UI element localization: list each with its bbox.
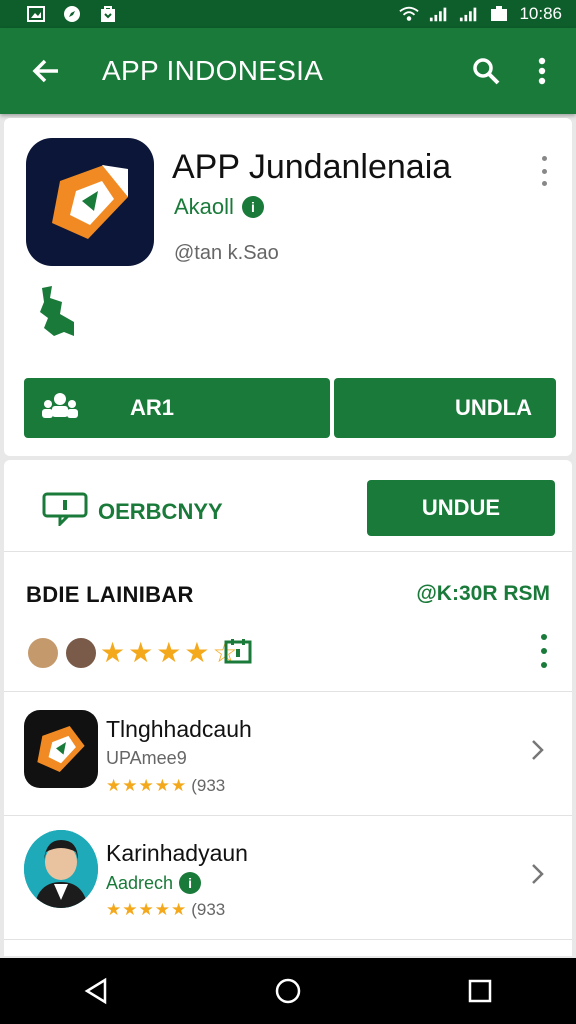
avatar — [24, 830, 98, 908]
rating-count: (933 — [191, 776, 226, 795]
list-item-rating: ★★★★★ (933 — [106, 900, 225, 920]
details-card: OERBCNYY UNDUE BDIE LAINIBAR @K:30R RSM … — [4, 460, 572, 956]
star-icon: ★ — [156, 637, 182, 668]
map-icon — [34, 284, 78, 340]
app-bar: APP INDONESIA — [0, 28, 576, 114]
status-bar: 10:86 — [0, 0, 576, 28]
signal-icon — [429, 5, 449, 23]
stars-icon: ★★★★★ — [106, 776, 188, 795]
secondary-button[interactable]: UNDLA — [334, 378, 556, 438]
action-buttons: AR1 UNDLA — [24, 378, 556, 438]
app-logo-icon — [24, 710, 98, 788]
app-subtitle: @tan k.Sao — [174, 242, 279, 264]
verified-badge-icon: i — [179, 872, 202, 894]
section-title: BDIE LAINIBAR — [26, 582, 194, 607]
app-bar-title: APP INDONESIA — [102, 55, 324, 86]
list-item-name: Tlnghhadcauh — [106, 716, 252, 742]
chevron-right-icon — [528, 860, 548, 888]
rating-stars: ★ ★ ★ ★ ☆ — [100, 636, 238, 669]
list-item-sub: UPAmee9 — [106, 748, 187, 768]
action-row: OERBCNYY UNDUE — [4, 460, 572, 552]
comment-label: OERBCNYY — [98, 499, 223, 524]
card-menu-icon[interactable] — [532, 156, 556, 186]
search-icon[interactable] — [464, 49, 508, 93]
image-icon — [26, 5, 46, 23]
list-item-rating: ★★★★★ (933 — [106, 776, 225, 796]
developer-link[interactable]: Akaoll i — [174, 194, 264, 220]
undue-button[interactable]: UNDUE — [367, 480, 555, 536]
back-arrow-icon[interactable] — [24, 49, 68, 93]
rating-section: BDIE LAINIBAR @K:30R RSM ★ ★ ★ ★ ☆ — [4, 552, 572, 692]
app-name: APP Jundanlenaia — [172, 148, 452, 186]
developer-name: Akaoll — [174, 194, 234, 219]
stars-icon: ★★★★★ — [106, 900, 188, 919]
avatar — [26, 636, 60, 670]
calendar-icon — [224, 638, 252, 664]
primary-button[interactable]: AR1 — [24, 378, 330, 438]
comment-button[interactable]: OERBCNYY — [42, 492, 223, 532]
section-link[interactable]: @K:30R RSM — [416, 582, 550, 606]
home-circle-icon[interactable] — [264, 967, 312, 1015]
app-header-card: APP Jundanlenaia Akaoll i @tan k.Sao AR1… — [4, 118, 572, 456]
list-item-name: Karinhadyaun — [106, 840, 248, 866]
star-icon: ★ — [184, 637, 210, 668]
users-icon — [42, 392, 78, 424]
recents-square-icon[interactable] — [456, 967, 504, 1015]
list-item[interactable]: Karinhadyaun Aadrech i ★★★★★ (933 — [4, 816, 572, 940]
verified-badge-icon: i — [241, 196, 264, 218]
avatar — [64, 636, 98, 670]
star-icon: ★ — [128, 637, 154, 668]
star-icon: ★ — [100, 637, 126, 668]
overflow-menu-icon[interactable] — [520, 49, 564, 93]
list-item-developer: Aadrech — [106, 872, 174, 893]
bag-icon — [98, 5, 118, 23]
secondary-button-label: UNDLA — [455, 395, 532, 420]
reviewer-avatars — [26, 636, 98, 670]
comment-icon — [42, 492, 88, 532]
list-item-sub: Aadrech i — [106, 872, 202, 894]
battery-icon — [489, 5, 509, 23]
section-menu-icon[interactable] — [540, 634, 548, 668]
wifi-icon — [399, 5, 420, 23]
chevron-right-icon — [528, 736, 548, 764]
rating-count: (933 — [191, 900, 226, 919]
back-triangle-icon[interactable] — [72, 967, 120, 1015]
primary-button-label: AR1 — [130, 395, 175, 420]
signal-icon-2 — [459, 5, 479, 23]
compass-icon — [62, 5, 82, 23]
app-logo-icon — [26, 138, 154, 266]
list-item[interactable]: Tlnghhadcauh UPAmee9 ★★★★★ (933 — [4, 692, 572, 816]
system-nav-bar — [0, 958, 576, 1024]
status-time: 10:86 — [519, 4, 562, 23]
